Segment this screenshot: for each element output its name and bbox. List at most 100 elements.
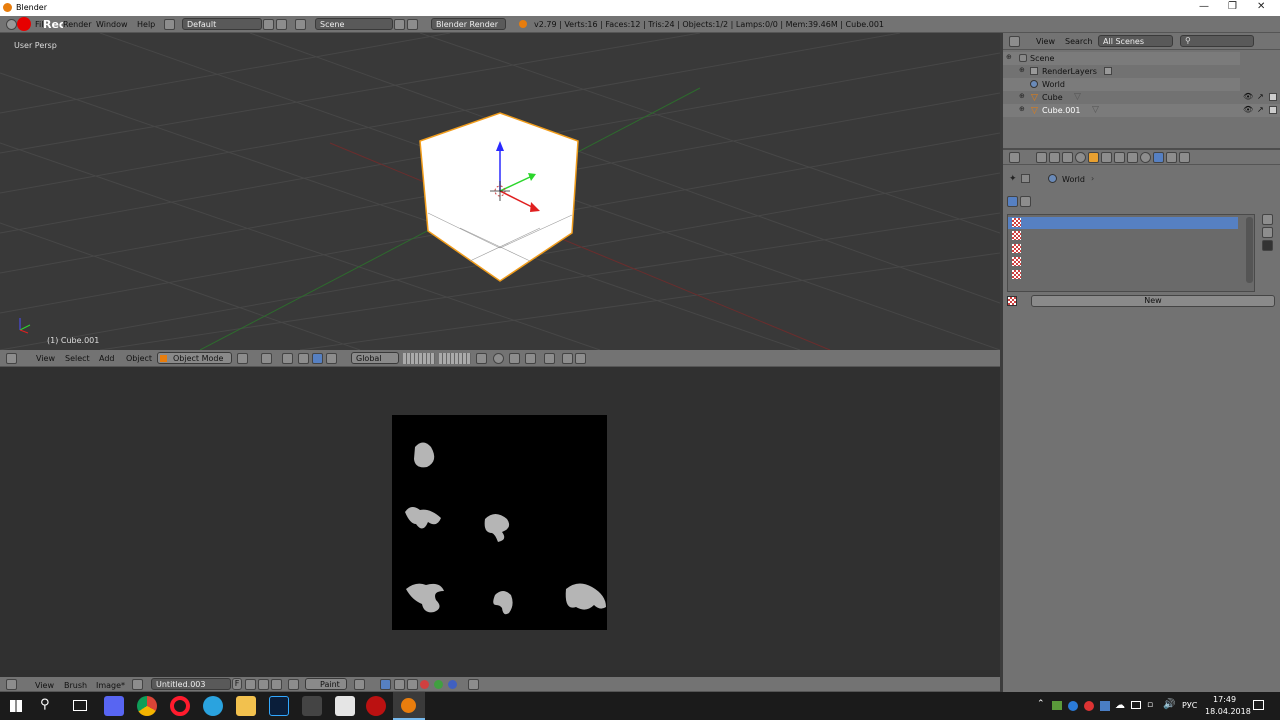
collapse-icon[interactable]: ⊕ bbox=[1006, 53, 1012, 61]
constraints-tab-icon[interactable] bbox=[1101, 152, 1112, 163]
pivot-icon[interactable] bbox=[354, 679, 365, 690]
calculator-icon[interactable] bbox=[335, 696, 355, 716]
clock-date[interactable]: 18.04.2018 bbox=[1205, 707, 1251, 716]
physics-tab-icon[interactable] bbox=[1179, 152, 1190, 163]
texture-slot-selected[interactable] bbox=[1008, 217, 1238, 229]
list-scrollbar[interactable] bbox=[1246, 217, 1253, 283]
expand-icon[interactable]: ⊕ bbox=[1019, 92, 1025, 100]
language-indicator[interactable]: РУС bbox=[1182, 701, 1197, 710]
menu-select[interactable]: Select bbox=[65, 354, 90, 363]
image-name-field[interactable]: Untitled.003 bbox=[151, 678, 231, 690]
snap-icon[interactable] bbox=[509, 353, 520, 364]
blender-app-icon[interactable] bbox=[401, 698, 416, 713]
editor-type-icon[interactable] bbox=[6, 353, 17, 364]
pin-icon[interactable]: ✦ bbox=[1009, 174, 1017, 184]
editor-type-icon[interactable] bbox=[1009, 152, 1020, 163]
editor-type-icon[interactable] bbox=[6, 679, 17, 690]
open-image-icon[interactable] bbox=[258, 679, 269, 690]
mode-select[interactable]: Paint bbox=[305, 678, 347, 690]
texture-context-world-icon[interactable] bbox=[1007, 196, 1018, 207]
screen-layout-field[interactable]: Default bbox=[182, 18, 262, 30]
tree-row-cube[interactable]: ⊕ ▽ Cube ▽ 👁 ↗ bbox=[1003, 91, 1280, 104]
render-layers-tab-icon[interactable] bbox=[1049, 152, 1060, 163]
3d-viewport[interactable]: User Persp (1) Cube.001 bbox=[0, 33, 1000, 350]
volume-icon[interactable]: 🔊 bbox=[1163, 699, 1175, 710]
minimize-icon[interactable]: — bbox=[1199, 1, 1209, 12]
chrome-icon[interactable] bbox=[137, 696, 157, 716]
menu-view[interactable]: View bbox=[1036, 37, 1055, 46]
world-tab-icon[interactable] bbox=[1075, 152, 1086, 163]
pivot-icon[interactable] bbox=[261, 353, 272, 364]
render-tab-icon[interactable] bbox=[1036, 152, 1047, 163]
checkbox-icon[interactable] bbox=[1262, 240, 1273, 251]
snap-target-icon[interactable] bbox=[525, 353, 536, 364]
photoshop-icon[interactable] bbox=[269, 696, 289, 716]
scene-tab-icon[interactable] bbox=[1062, 152, 1073, 163]
pin-image-icon[interactable] bbox=[288, 679, 299, 690]
selectability-cursor-icon[interactable]: ↗ bbox=[1257, 105, 1264, 114]
menu-search[interactable]: Search bbox=[1065, 37, 1092, 46]
discord-icon[interactable] bbox=[104, 696, 124, 716]
alpha-icon[interactable] bbox=[394, 679, 405, 690]
tree-row-world[interactable]: World bbox=[1003, 78, 1240, 91]
fake-user-button[interactable]: F bbox=[232, 678, 242, 690]
camera-app-icon[interactable] bbox=[302, 696, 322, 716]
screen-layout-icon[interactable] bbox=[164, 19, 175, 30]
tree-row-cube-001[interactable]: ⊕ ▽ Cube.001 ▽ 👁 ↗ bbox=[1003, 104, 1280, 117]
telegram-icon[interactable] bbox=[203, 696, 223, 716]
remove-screen-icon[interactable] bbox=[276, 19, 287, 30]
object-tab-icon[interactable] bbox=[1088, 152, 1099, 163]
tree-row-renderlayers[interactable]: ⊕ RenderLayers bbox=[1003, 65, 1240, 78]
layer-lock-icon[interactable] bbox=[476, 353, 487, 364]
texture-context-other-icon[interactable] bbox=[1020, 196, 1031, 207]
draw-mode-icon[interactable] bbox=[380, 679, 391, 690]
info-editor-icon[interactable] bbox=[6, 19, 17, 30]
blue-channel-icon[interactable] bbox=[448, 680, 457, 689]
selectability-cursor-icon[interactable]: ↗ bbox=[1257, 92, 1264, 101]
texture-slot-icon[interactable] bbox=[1012, 244, 1021, 253]
material-tab-icon[interactable] bbox=[1140, 152, 1151, 163]
notifications-icon[interactable] bbox=[1253, 700, 1264, 710]
texture-slot-icon[interactable] bbox=[1012, 257, 1021, 266]
clock-time[interactable]: 17:49 bbox=[1213, 695, 1236, 704]
proportional-edit-icon[interactable] bbox=[493, 353, 504, 364]
tree-row-scene[interactable]: ⊕ Scene bbox=[1003, 52, 1240, 65]
scene-field[interactable]: Scene bbox=[315, 18, 393, 30]
lock-icon[interactable] bbox=[468, 679, 479, 690]
new-texture-button[interactable]: New bbox=[1031, 295, 1275, 307]
translate-icon[interactable] bbox=[298, 353, 309, 364]
display-mode-select[interactable]: All Scenes bbox=[1098, 35, 1173, 47]
image-canvas[interactable] bbox=[0, 367, 1000, 677]
opera-icon[interactable] bbox=[170, 696, 190, 716]
orientation-select[interactable]: Global bbox=[351, 352, 399, 364]
start-icon[interactable] bbox=[10, 700, 22, 712]
menu-object[interactable]: Object bbox=[126, 354, 152, 363]
rotate-icon[interactable] bbox=[312, 353, 323, 364]
red-channel-icon[interactable] bbox=[420, 680, 429, 689]
menu-help[interactable]: Help bbox=[137, 20, 155, 29]
texture-slot-icon[interactable] bbox=[1012, 231, 1021, 240]
mode-select[interactable]: Object Mode bbox=[157, 352, 232, 364]
opengl-anim-icon[interactable] bbox=[575, 353, 586, 364]
maximize-icon[interactable]: ❐ bbox=[1228, 1, 1237, 12]
layers-grid-2[interactable] bbox=[439, 353, 471, 364]
task-view-icon[interactable] bbox=[73, 700, 87, 711]
outliner-search-input[interactable] bbox=[1180, 35, 1254, 47]
move-down-icon[interactable] bbox=[1262, 227, 1273, 238]
scene-icon[interactable] bbox=[295, 19, 306, 30]
expand-icon[interactable]: ⊕ bbox=[1019, 105, 1025, 113]
z-buffer-icon[interactable] bbox=[407, 679, 418, 690]
texture-slot-icon[interactable] bbox=[1012, 270, 1021, 279]
tray-app-icon-2[interactable] bbox=[1068, 701, 1078, 711]
editor-type-icon[interactable] bbox=[1009, 36, 1020, 47]
texture-browse-icon[interactable] bbox=[1007, 296, 1017, 306]
search-icon[interactable]: ⚲ bbox=[40, 697, 50, 712]
menu-image[interactable]: Image* bbox=[96, 681, 125, 690]
tray-app-icon-4[interactable] bbox=[1100, 701, 1110, 711]
layers-grid-1[interactable] bbox=[403, 353, 435, 364]
tray-app-icon-5[interactable] bbox=[1131, 701, 1141, 709]
shading-icon[interactable] bbox=[237, 353, 248, 364]
expand-icon[interactable]: ⊕ bbox=[1019, 66, 1025, 74]
add-scene-icon[interactable] bbox=[394, 19, 405, 30]
menu-window[interactable]: Window bbox=[96, 20, 128, 29]
